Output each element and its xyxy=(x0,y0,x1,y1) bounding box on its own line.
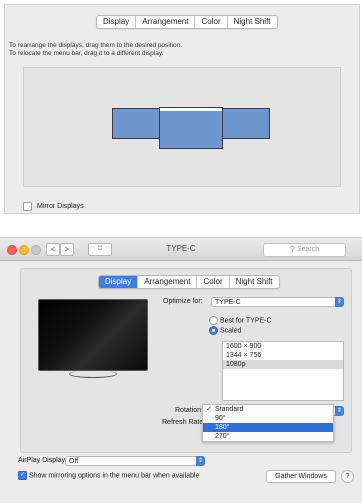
resolution-list[interactable]: 1600 × 900 1344 × 756 1080p xyxy=(222,341,344,401)
popup-arrows-icon: ⇕ xyxy=(196,456,205,466)
mirroring-options-row[interactable]: ✓ Show mirroring options in the menu bar… xyxy=(18,471,199,480)
display-arrangement-area xyxy=(23,67,341,187)
rotation-option-270[interactable]: 270° xyxy=(203,432,333,441)
tab-bar-window: Display Arrangement Color Night Shift xyxy=(98,275,280,289)
airplay-display-popup[interactable]: Off ⇕ xyxy=(65,456,205,466)
refresh-rate-label: Refresh Rate xyxy=(162,419,204,426)
mirroring-options-checkbox[interactable]: ✓ xyxy=(18,471,27,480)
arrangement-panel: Display Arrangement Color Night Shift To… xyxy=(4,4,360,214)
best-for-option[interactable]: Best for TYPE-C xyxy=(209,316,272,325)
display-main[interactable] xyxy=(159,109,223,149)
checkmark-icon: ✓ xyxy=(206,406,212,413)
tab-night-shift[interactable]: Night Shift xyxy=(228,16,277,28)
help-button[interactable]: ? xyxy=(341,470,354,483)
rotation-option-180[interactable]: 180° xyxy=(203,423,333,432)
scaled-label: Scaled xyxy=(219,327,242,335)
tab-color[interactable]: Color xyxy=(195,16,228,28)
rotation-menu: ✓ Standard 90° 180° 270° xyxy=(202,404,334,442)
arrangement-instructions: To rearrange the displays, drag them to … xyxy=(9,42,182,58)
display-left[interactable] xyxy=(112,108,160,139)
tab-display[interactable]: Display xyxy=(99,276,139,288)
tab-display[interactable]: Display xyxy=(97,16,137,28)
scaled-option[interactable]: Scaled xyxy=(209,326,241,335)
menu-bar-handle[interactable] xyxy=(159,107,223,111)
popup-arrows-icon: ⇕ xyxy=(335,297,344,307)
tab-night-shift[interactable]: Night Shift xyxy=(230,276,279,288)
optimize-for-value: TYPE-C xyxy=(215,299,241,306)
tab-bar: Display Arrangement Color Night Shift xyxy=(96,15,278,29)
resolution-item[interactable]: 1600 × 900 xyxy=(223,342,343,351)
mirror-displays-checkbox[interactable] xyxy=(23,202,32,211)
display-stand xyxy=(69,370,117,378)
mirroring-options-label: Show mirroring options in the menu bar w… xyxy=(28,472,200,480)
mirror-displays-option[interactable]: Mirror Displays xyxy=(23,202,84,211)
search-field[interactable]: ⚲ Search xyxy=(263,243,346,257)
display-right[interactable] xyxy=(222,108,270,139)
airplay-display-value: Off xyxy=(69,458,79,465)
best-for-radio[interactable] xyxy=(209,316,218,325)
best-for-label: Best for TYPE-C xyxy=(219,317,272,325)
instruction-line-1: To rearrange the displays, drag them to … xyxy=(9,42,183,49)
optimize-for-popup[interactable]: TYPE-C ⇕ xyxy=(211,297,344,307)
tab-arrangement[interactable]: Arrangement xyxy=(136,16,196,28)
airplay-display-label: AirPlay Display: xyxy=(18,457,68,464)
display-preview-image xyxy=(38,299,148,371)
resolution-item-selected[interactable]: 1080p xyxy=(223,360,343,369)
search-icon: ⚲ xyxy=(289,246,295,253)
tab-arrangement[interactable]: Arrangement xyxy=(138,276,198,288)
popup-arrows-icon: ⇕ xyxy=(335,406,344,416)
tab-color[interactable]: Color xyxy=(197,276,230,288)
rotation-option-90[interactable]: 90° xyxy=(203,414,333,423)
mirror-displays-label: Mirror Displays xyxy=(36,203,84,210)
title-bar: < > ⁞⁞⁞ TYPE-C ⚲ Search xyxy=(0,238,362,261)
scaled-radio[interactable] xyxy=(209,326,218,335)
display-preferences-window: < > ⁞⁞⁞ TYPE-C ⚲ Search Display Arrangem… xyxy=(0,237,362,503)
rotation-label: Rotation xyxy=(175,407,202,414)
instruction-line-2: To relocate the menu bar, drag it to a d… xyxy=(9,50,164,57)
rotation-option-standard[interactable]: ✓ Standard xyxy=(203,405,333,414)
optimize-for-label: Optimize for: xyxy=(163,298,203,305)
search-placeholder: Search xyxy=(296,246,320,253)
gather-windows-button[interactable]: Gather Windows xyxy=(266,470,336,483)
resolution-item[interactable]: 1344 × 756 xyxy=(223,351,343,360)
